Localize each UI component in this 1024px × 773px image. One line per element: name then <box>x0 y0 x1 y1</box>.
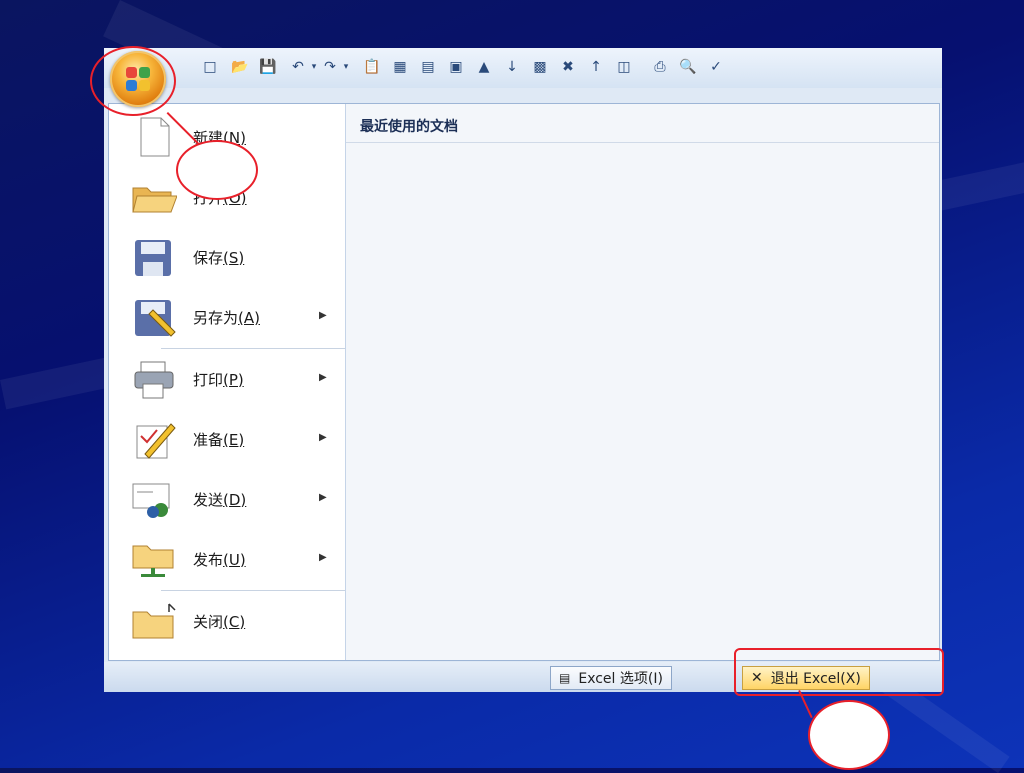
menu-item-save-as[interactable]: 另存为(A) ▶ <box>109 288 345 346</box>
print-icon[interactable]: ⎙ <box>650 57 670 77</box>
callout-bubble <box>176 140 258 200</box>
save-icon <box>131 236 177 278</box>
menu-separator <box>161 590 345 591</box>
recent-documents-title: 最近使用的文档 <box>360 119 458 135</box>
menu-item-prepare[interactable]: 准备(E) ▶ <box>109 410 345 468</box>
delete-cols-icon[interactable]: ✖ <box>558 57 578 77</box>
quick-access-toolbar: □ 📂 💾 ↶ ▾ ↷ ▾ 📋 ▦ ▤ ▣ ▲ ↓ ▩ ✖ ↑ ◫ ⎙ 🔍 ✓ <box>104 48 942 88</box>
new-doc-icon[interactable]: □ <box>200 57 220 77</box>
paste-icon[interactable]: 📋 <box>362 57 382 77</box>
menu-item-save[interactable]: 保存(S) <box>109 228 345 286</box>
send-icon <box>131 478 177 520</box>
print-preview-icon[interactable]: 🔍 <box>678 57 698 77</box>
submenu-arrow-icon: ▶ <box>319 552 327 563</box>
spell-check-icon[interactable]: ✓ <box>706 57 726 77</box>
new-document-icon <box>131 116 177 158</box>
menu-item-publish[interactable]: 发布(U) ▶ <box>109 530 345 588</box>
divider <box>346 142 939 143</box>
menu-item-send[interactable]: 发送(D) ▶ <box>109 470 345 528</box>
picture-icon[interactable]: ▲ <box>474 57 494 77</box>
submenu-arrow-icon: ▶ <box>319 492 327 503</box>
office-logo-icon <box>126 67 150 91</box>
submenu-arrow-icon: ▶ <box>319 432 327 443</box>
sort-az-icon[interactable]: ↑ <box>586 57 606 77</box>
recent-documents-panel: 最近使用的文档 <box>346 104 939 660</box>
submenu-arrow-icon: ▶ <box>319 310 327 321</box>
open-folder-icon[interactable]: 📂 <box>230 57 250 77</box>
menu-item-print[interactable]: 打印(P) ▶ <box>109 350 345 408</box>
callout-bubble <box>808 700 890 770</box>
options-icon: ▤ <box>559 671 571 685</box>
menu-separator <box>161 348 345 349</box>
save-icon[interactable]: 💾 <box>258 57 278 77</box>
menu-item-close[interactable]: 关闭(C) <box>109 592 345 650</box>
calculator-icon[interactable]: ▩ <box>530 57 550 77</box>
freeze-panes-icon[interactable]: ◫ <box>614 57 634 77</box>
save-as-icon <box>131 296 177 338</box>
printer-icon <box>131 358 177 400</box>
submenu-arrow-icon: ▶ <box>319 372 327 383</box>
insert-col-icon[interactable]: ▤ <box>418 57 438 77</box>
office-button[interactable] <box>110 51 166 107</box>
delete-row-icon[interactable]: ▣ <box>446 57 466 77</box>
excel-options-button[interactable]: ▤ Excel 选项(I) <box>550 666 672 690</box>
publish-icon <box>131 538 177 580</box>
highlight-exit-button <box>734 648 944 696</box>
open-folder-icon <box>131 176 178 218</box>
insert-row-icon[interactable]: ▦ <box>390 57 410 77</box>
sort-za-icon[interactable]: ↓ <box>502 57 522 77</box>
close-folder-icon <box>131 600 177 642</box>
prepare-icon <box>131 418 177 460</box>
redo-dropdown-icon[interactable]: ▾ <box>336 57 356 77</box>
